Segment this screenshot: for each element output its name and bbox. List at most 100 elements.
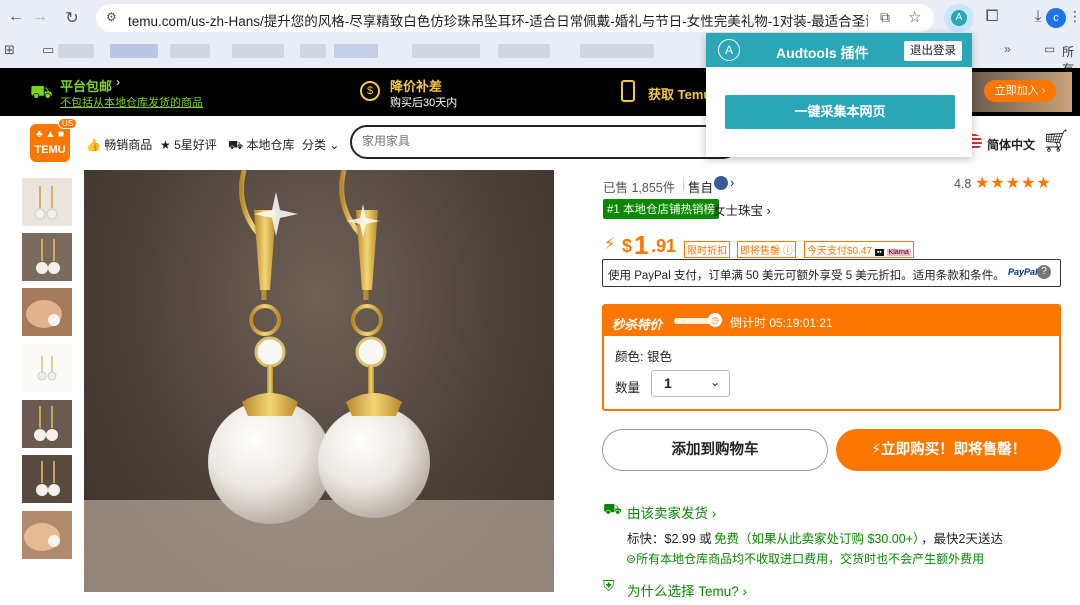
more-bookmarks-chevron-icon[interactable]: » bbox=[1004, 42, 1011, 56]
popup-header: A Audtools 插件 退出登录 bbox=[706, 33, 972, 67]
url-text[interactable]: temu.com/us-zh-Hans/提升您的风格-尽享精致白色仿珍珠吊坠耳环… bbox=[128, 10, 868, 30]
earring-thumb-icon bbox=[36, 239, 60, 274]
promo-get-app-title[interactable]: 获取 Temu bbox=[648, 84, 711, 103]
nav-local-warehouse-label: 本地仓库 bbox=[246, 138, 295, 152]
seller-prefix: 售自 bbox=[688, 181, 714, 195]
collect-page-button[interactable]: 一键采集本网页 bbox=[725, 95, 955, 129]
shield-check-icon: ⛨ bbox=[603, 578, 615, 595]
thumbnail-4[interactable] bbox=[22, 344, 72, 392]
shipping-note-label: 所有本地仓库商品均不收取进口费用，交货时也不会产生额外费用 bbox=[636, 552, 985, 566]
extensions-puzzle-icon[interactable]: ⧠ bbox=[982, 8, 1002, 26]
earring-thumb-icon bbox=[34, 406, 58, 441]
product-main-image[interactable] bbox=[84, 170, 554, 592]
bookmark-blurred-5[interactable] bbox=[300, 44, 326, 58]
phone-icon bbox=[621, 80, 635, 102]
promo-free-shipping-title[interactable]: 平台包邮 bbox=[60, 76, 112, 95]
earring-thumb-icon bbox=[36, 461, 60, 496]
seller-avatar[interactable] bbox=[714, 176, 728, 190]
thumbnail-1[interactable] bbox=[22, 178, 72, 226]
thumbnail-3[interactable] bbox=[22, 288, 72, 336]
cart-icon[interactable]: 🛒︎ bbox=[1042, 128, 1070, 154]
seller-chevron-icon[interactable]: › bbox=[730, 175, 734, 190]
color-selection[interactable]: 颜色: 银色 bbox=[615, 346, 672, 365]
bookmark-blurred-1[interactable] bbox=[58, 44, 94, 58]
paypal-logo: PayPal bbox=[1008, 267, 1038, 277]
apps-grid-icon[interactable]: ⊞ bbox=[4, 42, 15, 58]
language-selector[interactable]: 简体中文 bbox=[987, 136, 1035, 153]
search-box[interactable] bbox=[350, 125, 740, 159]
thumbnail-5[interactable] bbox=[22, 400, 72, 448]
nav-five-star-label: 5星好评 bbox=[174, 138, 217, 152]
nav-local-warehouse[interactable]: ⛟ 本地仓库 bbox=[228, 136, 294, 154]
pay-today-tag: 今天支付$0.47 ▪▪ Klarna bbox=[804, 241, 914, 258]
earring-sizing-thumb-icon bbox=[37, 356, 57, 381]
join-now-button[interactable]: 立即加入 › bbox=[984, 80, 1056, 102]
reload-icon[interactable]: ↻ bbox=[62, 8, 82, 28]
bookmark-blurred-9[interactable] bbox=[580, 44, 654, 58]
folder-icon[interactable]: ▭ bbox=[42, 42, 54, 58]
quantity-select[interactable]: 1 ⌄ bbox=[651, 370, 730, 397]
promo-price-adjust-sub: 购买后30天内 bbox=[390, 97, 458, 109]
shipping-title[interactable]: 由该卖家发货 › bbox=[627, 502, 716, 522]
profile-avatar[interactable]: c bbox=[1046, 8, 1066, 28]
logo-text: TEMU bbox=[34, 144, 66, 156]
clock-icon: ◷ bbox=[708, 313, 722, 327]
almost-sold-out-tag: 即将售罄 ⓘ bbox=[737, 241, 796, 258]
why-temu-link[interactable]: 为什么选择 Temu? › bbox=[627, 580, 747, 600]
flash-sale-progress-fill bbox=[674, 318, 712, 324]
category-link[interactable]: 女士珠宝 › bbox=[713, 200, 771, 219]
shipping-rate: 标快：$2.99 或 bbox=[627, 532, 712, 546]
region-tag: US bbox=[58, 118, 78, 129]
chevron-down-icon: ⌄ bbox=[710, 375, 721, 389]
thumbnail-7[interactable] bbox=[22, 511, 72, 559]
address-bar[interactable]: ⚙ temu.com/us-zh-Hans/提升您的风格-尽享精致白色仿珍珠吊坠… bbox=[96, 4, 934, 32]
nav-bestsellers[interactable]: 👍 畅销商品 bbox=[86, 136, 152, 153]
extension-active-button[interactable]: A bbox=[944, 4, 974, 32]
all-bookmarks-folder-icon[interactable]: ▭ bbox=[1044, 42, 1055, 56]
paypal-promo-box[interactable]: 使用 PayPal 支付，订单满 50 美元可额外享受 5 美元折扣。适用条款和… bbox=[602, 259, 1061, 287]
price-decimal: .91 bbox=[651, 236, 677, 256]
add-to-cart-button[interactable]: 添加到购物车 bbox=[602, 429, 828, 471]
menu-kebab-icon[interactable]: ⋮ bbox=[1068, 8, 1080, 25]
thumbnail-2[interactable] bbox=[22, 233, 72, 281]
rating-value: 4.8 bbox=[954, 177, 972, 191]
bookmark-blurred-3[interactable] bbox=[170, 44, 210, 58]
logo-figures-icon: ♣ ▲ ■ bbox=[36, 129, 65, 140]
bookmark-blurred-2[interactable] bbox=[110, 44, 158, 58]
rating-stars-icon[interactable]: ★★★★★ bbox=[975, 173, 1052, 193]
forward-icon[interactable]: → bbox=[30, 8, 50, 26]
search-input[interactable] bbox=[362, 134, 722, 148]
bookmark-blurred-8[interactable] bbox=[498, 44, 550, 58]
bookmark-blurred-7[interactable] bbox=[412, 44, 480, 58]
bookmark-blurred-6[interactable] bbox=[334, 44, 378, 58]
back-icon[interactable]: ← bbox=[6, 8, 26, 26]
buy-now-label: 立即购买！即将售罄！ bbox=[881, 442, 1027, 458]
download-icon[interactable]: ⤓ bbox=[1028, 8, 1048, 26]
price-adjust-dollar-icon: $ bbox=[360, 81, 380, 101]
klarna-logo: Klarna bbox=[886, 249, 911, 256]
logout-button[interactable]: 退出登录 bbox=[904, 41, 962, 61]
promo-price-adjust-title: 降价补差 bbox=[390, 79, 443, 94]
shipping-free-condition: 免费（如果从此卖家处订购 $30.00+） bbox=[714, 532, 926, 546]
audtools-popup: A Audtools 插件 退出登录 一键采集本网页 bbox=[706, 33, 972, 157]
bookmark-blurred-4[interactable] bbox=[232, 44, 284, 58]
nav-bestsellers-label: 畅销商品 bbox=[104, 138, 153, 152]
almost-sold-out-label: 即将售罄 bbox=[740, 246, 780, 257]
bookmark-star-icon[interactable]: ☆ bbox=[908, 8, 921, 26]
category-label: 女士珠宝 bbox=[713, 204, 764, 218]
popup-title: Audtools 插件 bbox=[776, 45, 869, 61]
bestseller-rank-badge[interactable]: #1 本地仓店铺热销榜 bbox=[603, 199, 719, 219]
nav-five-star[interactable]: ★ 5星好评 bbox=[160, 136, 217, 153]
sold-count: 已售 1,855件 bbox=[603, 181, 676, 195]
afterpay-logo: ▪▪ bbox=[874, 249, 884, 256]
buy-now-button[interactable]: ⚡立即购买！即将售罄！ bbox=[836, 429, 1061, 471]
flash-sale-box: 秒杀特价 ◷ 倒计时 05:19:01:21 颜色: 银色 数量 1 ⌄ bbox=[602, 304, 1061, 411]
help-icon[interactable]: ? bbox=[1037, 265, 1051, 279]
nav-categories[interactable]: 分类 ⌄ bbox=[302, 136, 339, 153]
thumbnail-6[interactable] bbox=[22, 455, 72, 503]
site-info-icon[interactable]: ⚙ bbox=[106, 10, 117, 24]
promo-free-shipping-sub[interactable]: 不包括从本地仓库发货的商品 bbox=[60, 94, 203, 110]
cast-icon[interactable]: ⧉ bbox=[880, 9, 890, 26]
why-temu-label: 为什么选择 Temu? bbox=[627, 584, 739, 599]
earring-thumb-icon bbox=[34, 186, 58, 220]
